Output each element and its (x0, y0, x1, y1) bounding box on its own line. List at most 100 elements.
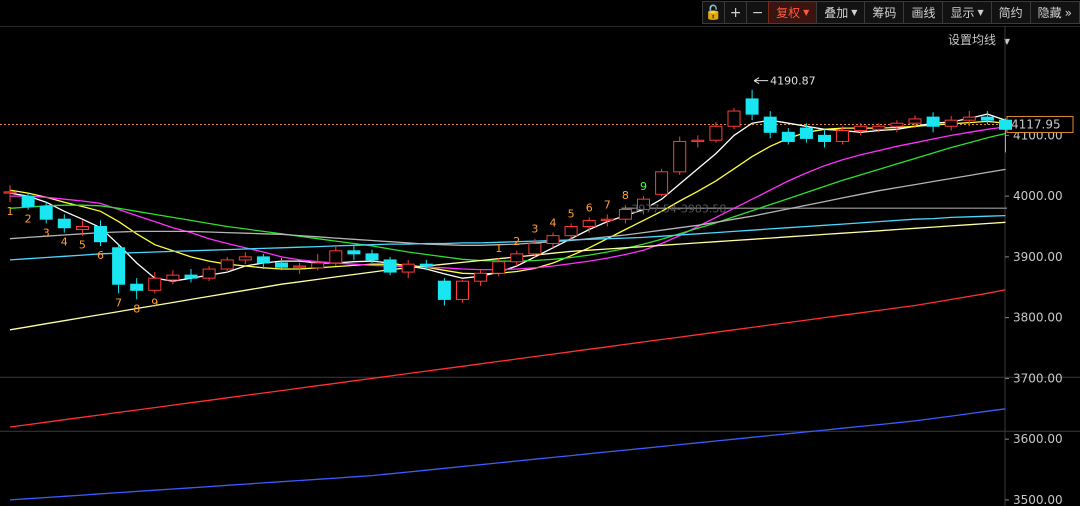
candle-body (872, 125, 886, 130)
candle-body (836, 130, 850, 142)
candle-body (220, 259, 234, 270)
td-sequence-label: 8 (133, 302, 140, 315)
ma-line-ma120 (9, 214, 1006, 261)
candle-body (383, 259, 397, 273)
toolbar-button-4[interactable]: 叠加 ▼ (816, 1, 865, 24)
toolbar-buttons: 🔓 + − 复权 ▼ 叠加 ▼ 筹码 画线 显示 ▼ 简约 隐藏» (702, 0, 1080, 25)
double-chevron-right-icon: » (1064, 5, 1072, 20)
toolbar-button-5[interactable]: 筹码 (864, 1, 904, 24)
y-tick-label: 3500.00 (1013, 493, 1063, 506)
y-tick-label: 3800.00 (1013, 311, 1063, 325)
toolbar-button-3[interactable]: 复权 ▼ (768, 1, 817, 24)
toolbar-button-8[interactable]: 简约 (990, 1, 1030, 24)
td-sequence-label: 6 (97, 249, 104, 262)
candle-body (510, 253, 524, 263)
td-sequence-label: 6 (586, 201, 593, 214)
toolbar-button-6[interactable]: 画线 (903, 1, 943, 24)
candle-body (999, 119, 1012, 130)
toolbar-button-0[interactable]: 🔓 (702, 1, 725, 24)
td-sequence-label: 3 (43, 226, 50, 239)
candle-body (184, 274, 198, 279)
candle-body (854, 125, 868, 132)
td-sequence-label: 4 (61, 236, 68, 249)
toolbar-button-2[interactable]: − (746, 1, 769, 24)
candle-body (311, 262, 325, 269)
toolbar-button-9[interactable]: 隐藏» (1029, 1, 1080, 24)
candle-body (618, 208, 632, 220)
candle-body (781, 131, 795, 142)
candle-body (365, 253, 379, 261)
candle-body (293, 265, 307, 268)
td-sequence-label: 5 (568, 207, 575, 220)
candle-body (673, 140, 687, 173)
candle-body (799, 127, 813, 139)
toolbar-button-label: 叠加 (824, 6, 849, 20)
candle-body (980, 116, 994, 121)
toolbar-button-1[interactable]: + (724, 1, 747, 24)
candle-body (130, 283, 144, 291)
range-annotation-label: 3977.54-3983.58 (631, 202, 726, 215)
y-tick-label: 3700.00 (1013, 371, 1063, 385)
candle-body (763, 116, 777, 133)
td-sequence-label: 7 (115, 296, 122, 309)
ma-line-ma500 (9, 289, 1006, 428)
candle-body (492, 261, 506, 274)
td-sequence-label: 2 (25, 212, 32, 225)
candle-body (166, 274, 180, 281)
zoom-out-icon: − (751, 4, 764, 21)
toolbar-button-label: 隐藏 (1037, 6, 1062, 20)
td-sequence-label: 9 (151, 296, 158, 309)
candle-body (582, 219, 596, 228)
td-sequence-label: 4 (550, 217, 557, 230)
candle-body (745, 98, 759, 115)
candle-body (962, 116, 976, 121)
candle-body (148, 277, 162, 291)
toolbar-button-label: 筹码 (872, 6, 897, 20)
ma-line-ma60 (9, 168, 1006, 246)
candle-body (908, 118, 922, 124)
candlestick-chart: 4100.004000.003900.003800.003700.003600.… (0, 26, 1080, 506)
current-price-label: 4117.95 (1011, 117, 1061, 131)
ma-line-ma20 (10, 126, 1006, 271)
candle-body (75, 226, 89, 231)
candle-body (528, 243, 542, 255)
candle-body (401, 263, 415, 273)
ma-line-ma10 (9, 120, 1006, 275)
candle-body (655, 171, 669, 195)
candle-body (709, 125, 723, 141)
caret-down-icon: ▼ (851, 8, 858, 17)
td-sequence-label: 8 (622, 189, 629, 202)
y-tick-label: 4000.00 (1013, 189, 1063, 203)
candle-body (3, 191, 17, 194)
td-sequence-label: 9 (640, 180, 647, 193)
candle-body (275, 262, 288, 268)
toolbar-button-label: 复权 (776, 6, 801, 20)
candle-body (347, 250, 361, 255)
candle-body (926, 116, 940, 127)
td-sequence-label: 5 (79, 239, 86, 252)
candle-body (437, 280, 451, 300)
candle-body (818, 134, 831, 142)
candle-body (256, 256, 270, 264)
toolbar-button-7[interactable]: 显示 ▼ (942, 1, 991, 24)
td-sequence-label: 2 (513, 235, 520, 248)
candle-body (238, 256, 252, 261)
candle-body (57, 218, 71, 229)
candle-body (546, 235, 560, 245)
candle-body (474, 272, 488, 282)
candle-body (21, 195, 35, 207)
lock-icon: 🔓 (704, 4, 723, 21)
y-tick-label: 3900.00 (1013, 250, 1063, 264)
ma-line-ma1000 (9, 408, 1006, 501)
toolbar-button-label: 显示 (950, 6, 975, 20)
candle-body (329, 250, 343, 264)
candle-body (39, 205, 53, 220)
candle-body (112, 247, 126, 285)
td-sequence-label: 7 (604, 198, 611, 211)
toolbar-button-label: 简约 (998, 6, 1023, 20)
high-annotation-label: 4190.87 (770, 75, 816, 88)
td-sequence-label: 1 (7, 205, 14, 218)
candle-body (94, 226, 107, 243)
candle-body (600, 218, 614, 221)
td-sequence-label: 1 (495, 242, 502, 255)
